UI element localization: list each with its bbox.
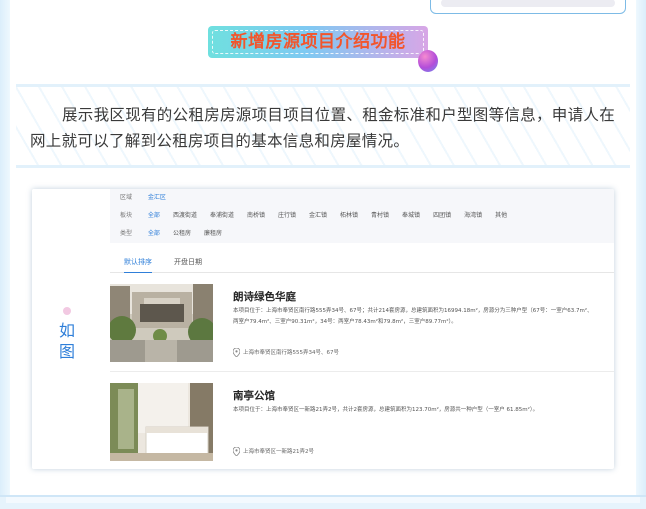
listing-description: 本项目位于：上海市奉贤区一新路21弄2号，共计2套房源，总建筑面积为123.70… (233, 407, 539, 413)
listing-divider (110, 371, 614, 372)
frame-right-border (636, 0, 646, 509)
example-label-text: 如图 (58, 321, 75, 361)
listing-item[interactable]: 南亭公馆 本项目位于：上海市奉贤区一新路21弄2号，共计2套房源，总建筑面积为1… (110, 383, 614, 469)
filter-option[interactable]: 廉租房 (204, 228, 222, 237)
filter-option[interactable]: 奉城镇 (402, 210, 420, 219)
decorative-dot-icon (63, 307, 71, 315)
filter-option[interactable]: 其他 (495, 210, 507, 219)
filter-option[interactable]: 金汇镇 (309, 210, 327, 219)
listing-address: 上海市奉贤区南行路555弄34号、67号 (233, 348, 339, 357)
tab-default-sort[interactable]: 默认排序 (124, 257, 152, 273)
listing-photo-courtyard[interactable] (110, 284, 213, 362)
filter-option[interactable]: 海湾镇 (464, 210, 482, 219)
filter-option[interactable]: 奉浦街道 (210, 210, 234, 219)
filter-option[interactable]: 全部 (148, 228, 160, 237)
frame-left-border (0, 0, 10, 509)
filter-option[interactable]: 青村镇 (371, 210, 389, 219)
section-title: 新增房源项目介绍功能 (230, 32, 406, 52)
filter-panel: 区域 金汇区 板块 全部 西渡街道 奉浦街道 南桥镇 庄行镇 金汇镇 柘林镇 青村镇 奉城镇 四团… (110, 189, 614, 243)
listing-title[interactable]: 朗诗绿色华庭 (233, 289, 296, 304)
listing-photo-bedroom[interactable] (110, 383, 213, 461)
listing-address: 上海市奉贤区一新路21弄2号 (233, 447, 314, 456)
filter-option[interactable]: 南桥镇 (247, 210, 265, 219)
filter-option[interactable]: 庄行镇 (278, 210, 296, 219)
filter-option[interactable]: 金汇区 (148, 192, 166, 201)
listing-description: 本项目位于：上海市奉贤区南行路555弄34号、67号；共计214套房源，总建筑面… (233, 308, 593, 325)
listing-item[interactable]: 朗诗绿色华庭 本项目位于：上海市奉贤区南行路555弄34号、67号；共计214套… (110, 284, 614, 372)
example-side-label: 如图 (32, 189, 110, 469)
listing-title[interactable]: 南亭公馆 (233, 388, 275, 403)
decorative-bubble-icon (418, 50, 438, 72)
filter-option[interactable]: 四团镇 (433, 210, 451, 219)
frame-bottom-border (0, 495, 646, 509)
example-screenshot-card: 如图 区域 金汇区 板块 全部 西渡街道 奉浦街道 南桥镇 庄行镇 金汇镇 柘林镇 青村镇 奉城… (32, 189, 614, 469)
filter-row-type: 类型 全部 公租房 廉租房 (120, 228, 222, 237)
filter-option[interactable]: 公租房 (173, 228, 191, 237)
tab-open-date[interactable]: 开盘日期 (174, 257, 202, 273)
location-pin-icon (233, 348, 240, 357)
filter-row-area: 区域 金汇区 (120, 192, 166, 201)
filter-row-board: 板块 全部 西渡街道 奉浦街道 南桥镇 庄行镇 金汇镇 柘林镇 青村镇 奉城镇 四团镇 海湾镇 其他 (120, 210, 508, 219)
top-partial-box (430, 0, 626, 14)
filter-option[interactable]: 西渡街道 (173, 210, 197, 219)
section-title-banner: 新增房源项目介绍功能 (208, 26, 428, 58)
filter-option[interactable]: 全部 (148, 210, 160, 219)
filter-option[interactable]: 柘林镇 (340, 210, 358, 219)
sort-tabs: 默认排序 开盘日期 (110, 251, 614, 273)
description-text: 展示我区现有的公租房房源项目项目位置、租金标准和户型图等信息，申请人在网上就可以… (30, 106, 616, 150)
location-pin-icon (233, 447, 240, 456)
